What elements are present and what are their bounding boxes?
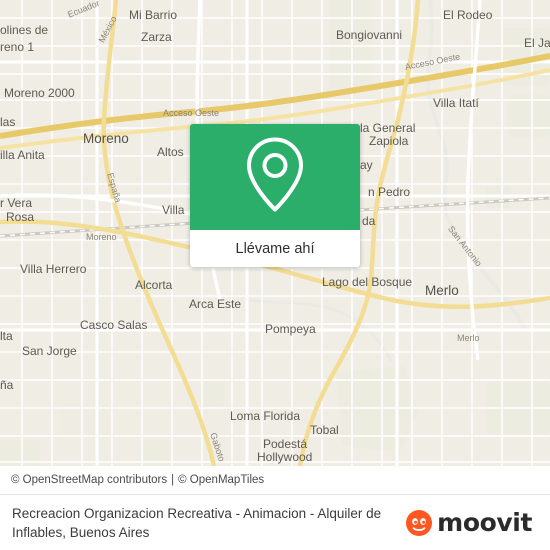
map-pin-icon — [244, 137, 306, 217]
attribution-osm[interactable]: © OpenStreetMap contributors — [11, 474, 167, 486]
map-screenshot: Mi BarrioBongiovanniEl RodeoEl JagZarzao… — [0, 0, 550, 550]
map-canvas[interactable]: Mi BarrioBongiovanniEl RodeoEl JagZarzao… — [0, 0, 550, 466]
page-footer: Recreacion Organizacion Recreativa - Ani… — [0, 494, 550, 550]
popup-image-area — [190, 124, 360, 230]
take-me-there-button[interactable]: Llévame ahí — [190, 230, 360, 267]
moovit-brand[interactable]: moovit — [406, 508, 538, 537]
moovit-logo-icon — [406, 509, 433, 536]
attribution-openmaptiles[interactable]: © OpenMapTiles — [178, 474, 264, 486]
moovit-wordmark: moovit — [437, 508, 532, 537]
map-attribution: © OpenStreetMap contributors | © OpenMap… — [0, 466, 550, 494]
page-title: Recreacion Organizacion Recreativa - Ani… — [12, 505, 382, 540]
attribution-separator: | — [171, 474, 175, 486]
location-popup[interactable]: Llévame ahí — [190, 124, 360, 267]
